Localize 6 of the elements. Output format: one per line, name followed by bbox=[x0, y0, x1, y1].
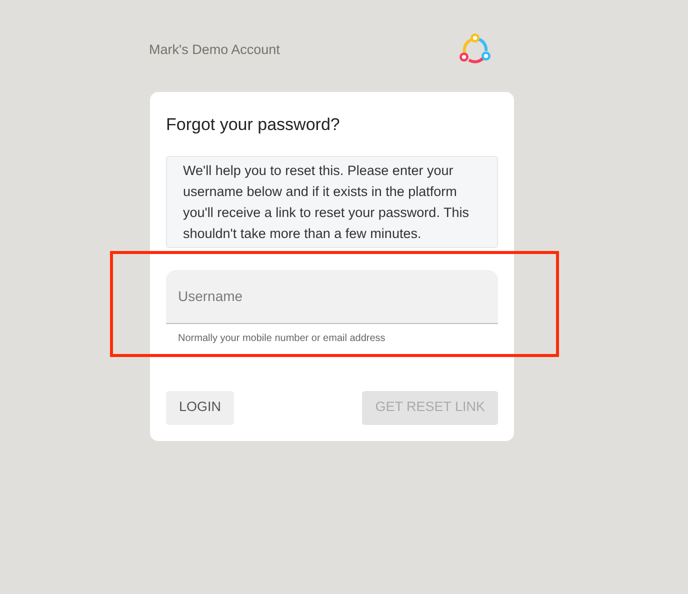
info-message: We'll help you to reset this. Please enter your username below and if it exists in the platform you'll receive a link to reset your password. This shouldn't take more than a few minutes. bbox=[166, 156, 498, 248]
username-field[interactable]: Username bbox=[166, 270, 498, 324]
helper-text: Normally your mobile number or email address bbox=[177, 332, 386, 344]
card-title: Forgot your password? bbox=[166, 114, 341, 136]
account-name: Mark's Demo Account bbox=[149, 40, 280, 59]
login-button[interactable]: LOGIN bbox=[166, 390, 234, 424]
